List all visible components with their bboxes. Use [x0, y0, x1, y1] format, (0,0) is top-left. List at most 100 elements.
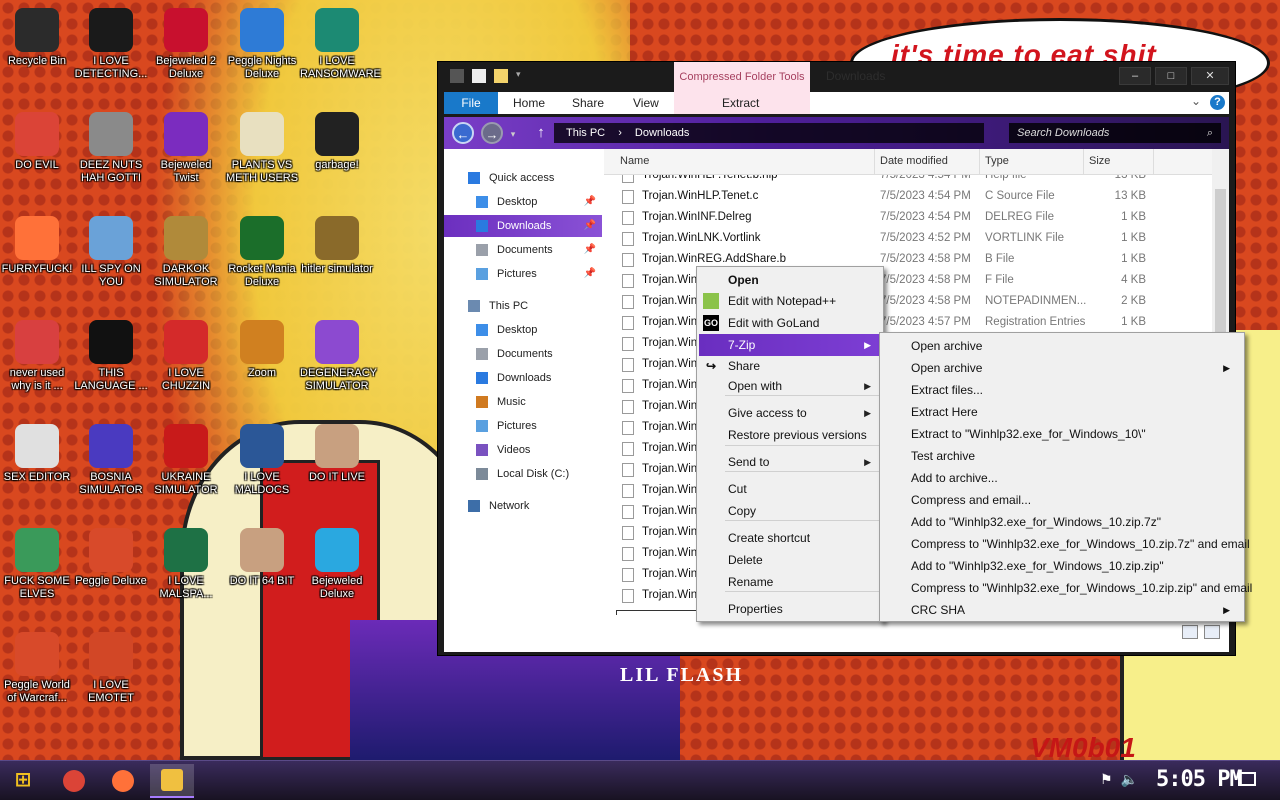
submenu-item[interactable]: CRC SHA ▶: [882, 599, 1242, 621]
nav-item[interactable]: Quick access: [444, 167, 602, 189]
desktop-shortcut[interactable]: hitler simulator: [300, 216, 374, 276]
context-menu-item[interactable]: Properties: [699, 598, 881, 620]
context-menu-item[interactable]: ↪ Share: [699, 355, 881, 377]
desktop-shortcut[interactable]: Bejeweled Deluxe: [300, 528, 374, 601]
new-folder-icon[interactable]: [494, 69, 508, 83]
search-icon[interactable]: ⌕: [1207, 123, 1213, 143]
desktop-shortcut[interactable]: I LOVE DETECTING...: [74, 8, 148, 81]
desktop-shortcut[interactable]: I LOVE RANSOMWARE: [300, 8, 381, 81]
properties-icon[interactable]: [450, 69, 464, 83]
taskbar-button[interactable]: [150, 764, 194, 798]
large-icons-view-icon[interactable]: [1204, 625, 1220, 639]
desktop-shortcut[interactable]: Peggle Deluxe: [74, 528, 148, 588]
context-menu-item[interactable]: Edit with Notepad++: [699, 290, 881, 312]
close-button[interactable]: ✕: [1191, 67, 1229, 85]
column-divider[interactable]: [874, 149, 875, 175]
nav-item[interactable]: Desktop: [444, 319, 602, 341]
network-tray-icon[interactable]: ⚑: [1100, 771, 1113, 788]
nav-item[interactable]: Desktop 📌: [444, 191, 602, 213]
desktop-shortcut[interactable]: Recycle Bin: [0, 8, 74, 68]
desktop-shortcut[interactable]: I LOVE CHUZZIN: [149, 320, 223, 393]
desktop-shortcut[interactable]: Rocket Mania Deluxe: [225, 216, 299, 289]
nav-item[interactable]: Pictures 📌: [444, 263, 602, 285]
desktop-shortcut[interactable]: SEX EDITOR: [0, 424, 74, 484]
column-header-date[interactable]: Date modified: [880, 155, 948, 167]
maximize-button[interactable]: □: [1155, 67, 1187, 85]
context-menu-item[interactable]: Open with ▶: [699, 375, 881, 397]
breadcrumb-downloads[interactable]: Downloads: [635, 127, 689, 139]
desktop-shortcut[interactable]: FUCK SOME ELVES: [0, 528, 74, 601]
column-divider[interactable]: [1083, 149, 1084, 175]
checkbox-icon[interactable]: [472, 69, 486, 83]
file-row[interactable]: Trojan.WinLNK.Vortlink 7/5/2023 4:52 PM VO…: [604, 228, 1212, 249]
forward-button[interactable]: →: [481, 122, 503, 144]
desktop-shortcut[interactable]: garbage!: [300, 112, 374, 172]
nav-item[interactable]: Videos: [444, 439, 602, 461]
start-logo-icon[interactable]: ⊞: [8, 767, 38, 795]
back-button[interactable]: ←: [452, 122, 474, 144]
desktop-shortcut[interactable]: DO IT 64 BIT: [225, 528, 299, 588]
desktop-shortcut[interactable]: BOSNIA SIMULATOR: [74, 424, 148, 497]
context-menu-item[interactable]: Delete: [699, 549, 881, 571]
title-bar[interactable]: ▾ Compressed Folder Tools Downloads – □ …: [438, 62, 1235, 92]
taskbar-clock[interactable]: 5:05 PM: [1156, 767, 1243, 792]
nav-item[interactable]: Downloads: [444, 367, 602, 389]
column-header-size[interactable]: Size: [1089, 155, 1110, 167]
desktop-shortcut[interactable]: I LOVE MALDOCS: [225, 424, 299, 497]
desktop-shortcut[interactable]: ILL SPY ON YOU: [74, 216, 148, 289]
nav-item[interactable]: Documents 📌: [444, 239, 602, 261]
desktop-shortcut[interactable]: Peggle World of Warcraf...: [0, 632, 74, 705]
submenu-item[interactable]: Extract to "Winhlp32.exe_for_Windows_10\…: [882, 423, 1242, 445]
desktop-shortcut[interactable]: never used why is it ...: [0, 320, 74, 393]
context-menu-item[interactable]: Send to ▶: [699, 451, 881, 473]
submenu-item[interactable]: Add to archive...: [882, 467, 1242, 489]
column-header-type[interactable]: Type: [985, 155, 1009, 167]
desktop-shortcut[interactable]: FURRYFUCK!: [0, 216, 74, 276]
tab-extract[interactable]: Extract: [722, 92, 759, 114]
help-icon[interactable]: ?: [1210, 95, 1225, 110]
submenu-item[interactable]: Open archive: [882, 335, 1242, 357]
recent-locations-chevron-icon[interactable]: ▾: [506, 123, 520, 145]
breadcrumb-this-pc[interactable]: This PC: [566, 127, 605, 139]
taskbar-button[interactable]: [101, 764, 145, 798]
desktop-shortcut[interactable]: I LOVE MALSPA...: [149, 528, 223, 601]
context-menu-item[interactable]: Rename: [699, 571, 881, 593]
submenu-item[interactable]: Compress and email...: [882, 489, 1242, 511]
taskbar-button[interactable]: [52, 764, 96, 798]
file-row[interactable]: Trojan.WinHLP.Tenet.b.hlp 7/5/2023 4:54 P…: [604, 175, 1212, 186]
context-menu-item[interactable]: Create shortcut: [699, 527, 881, 549]
submenu-item[interactable]: Extract Here: [882, 401, 1242, 423]
submenu-item[interactable]: Compress to "Winhlp32.exe_for_Windows_10…: [882, 577, 1252, 599]
desktop-shortcut[interactable]: DO EVIL: [0, 112, 74, 172]
tab-share[interactable]: Share: [572, 92, 604, 114]
submenu-item[interactable]: Extract files...: [882, 379, 1242, 401]
desktop-shortcut[interactable]: PLANTS VS METH USERS: [225, 112, 299, 185]
context-menu-item[interactable]: GO Edit with GoLand: [699, 312, 881, 334]
desktop-shortcut[interactable]: Bejeweled Twist: [149, 112, 223, 185]
submenu-item[interactable]: Test archive: [882, 445, 1242, 467]
nav-item[interactable]: This PC: [444, 295, 602, 317]
details-view-icon[interactable]: [1182, 625, 1198, 639]
desktop-shortcut[interactable]: I LOVE EMOTET: [74, 632, 148, 705]
context-menu-item[interactable]: Cut: [699, 478, 881, 500]
nav-item[interactable]: Network: [444, 495, 602, 517]
action-center-icon[interactable]: [1238, 772, 1256, 786]
desktop-shortcut[interactable]: DO IT LIVE: [300, 424, 374, 484]
tab-file[interactable]: File: [444, 92, 498, 114]
context-menu-item[interactable]: Open: [699, 269, 881, 291]
context-menu-item[interactable]: Copy: [699, 500, 881, 522]
nav-item[interactable]: Music: [444, 391, 602, 413]
column-divider[interactable]: [979, 149, 980, 175]
submenu-item[interactable]: Open archive ▶: [882, 357, 1242, 379]
desktop-shortcut[interactable]: DEGENERACY SIMULATOR: [300, 320, 377, 393]
breadcrumb[interactable]: This PC › Downloads: [554, 123, 984, 143]
column-header-name[interactable]: Name: [620, 155, 649, 167]
desktop-shortcut[interactable]: Bejeweled 2 Deluxe: [149, 8, 223, 81]
chevron-down-icon[interactable]: ▾: [516, 69, 530, 83]
tab-home[interactable]: Home: [513, 92, 545, 114]
minimize-button[interactable]: –: [1119, 67, 1151, 85]
up-button[interactable]: ↑: [530, 122, 552, 144]
file-row[interactable]: Trojan.WinINF.Delreg 7/5/2023 4:54 PM DELR…: [604, 207, 1212, 228]
context-menu-item[interactable]: Give access to ▶: [699, 402, 881, 424]
submenu-item[interactable]: Add to "Winhlp32.exe_for_Windows_10.zip.…: [882, 555, 1242, 577]
